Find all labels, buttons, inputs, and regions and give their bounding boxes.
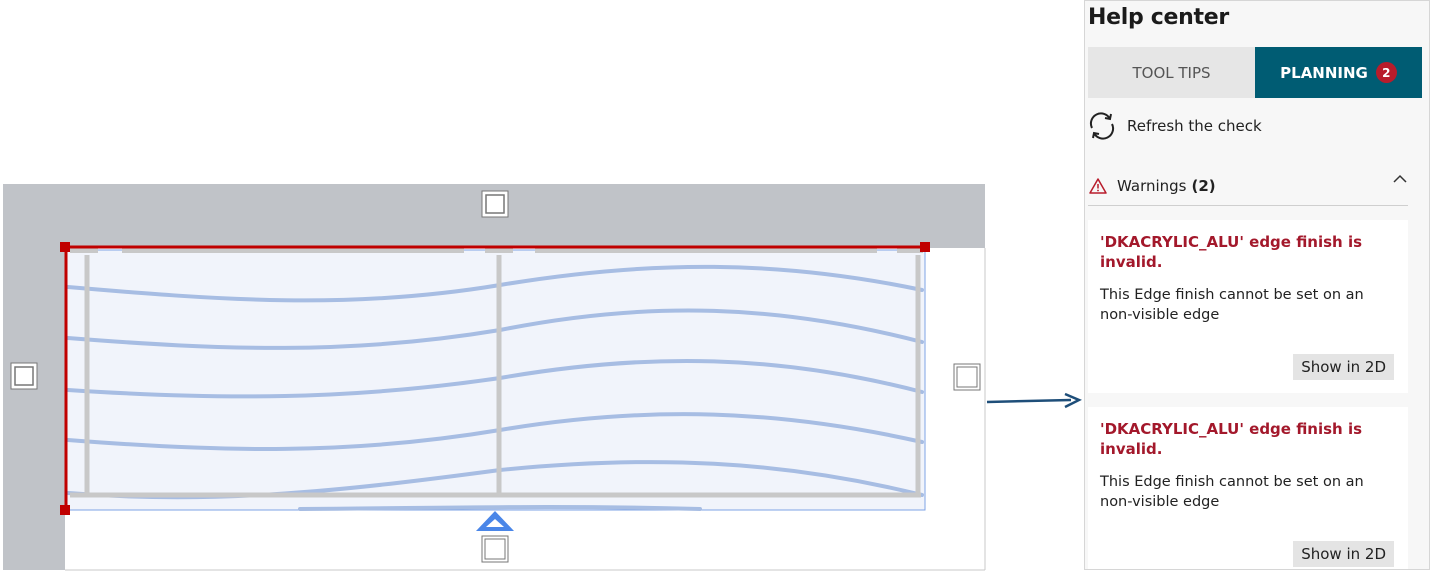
handle-top-right	[920, 242, 930, 252]
help-center-panel: Help center TOOL TIPS PLANNING 2 Refresh…	[1084, 0, 1430, 570]
refresh-check-button[interactable]: Refresh the check	[1087, 111, 1262, 141]
handle-bottom-left	[60, 505, 70, 515]
warning-card: 'DKACRYLIC_ALU' edge finish is invalid. …	[1088, 220, 1408, 393]
help-tabs: TOOL TIPS PLANNING 2	[1088, 47, 1422, 98]
warning-card: 'DKACRYLIC_ALU' edge finish is invalid. …	[1088, 407, 1408, 569]
view-right-button[interactable]	[953, 363, 981, 391]
warnings-section-header[interactable]: Warnings (2)	[1088, 167, 1408, 206]
tab-planning[interactable]: PLANNING 2	[1255, 47, 1422, 98]
connector-arrow-icon	[986, 392, 1082, 409]
refresh-label: Refresh the check	[1127, 117, 1262, 135]
refresh-icon	[1089, 112, 1115, 140]
chevron-up-icon[interactable]	[1392, 171, 1408, 187]
view-top-button[interactable]	[481, 190, 509, 218]
view-left-button[interactable]	[10, 362, 38, 390]
show-in-2d-button[interactable]: Show in 2D	[1293, 541, 1394, 567]
warnings-count: (2)	[1191, 177, 1216, 195]
warnings-label: Warnings	[1117, 177, 1187, 195]
front-marker-icon	[476, 511, 514, 531]
planning-count-badge: 2	[1375, 62, 1397, 83]
show-in-2d-button[interactable]: Show in 2D	[1293, 354, 1394, 380]
tab-label: TOOL TIPS	[1132, 63, 1211, 82]
handle-top-left	[60, 242, 70, 252]
cabinet-drawing[interactable]	[0, 0, 1000, 573]
panel-title: Help center	[1088, 5, 1229, 30]
warning-icon	[1089, 178, 1107, 194]
warning-title: 'DKACRYLIC_ALU' edge finish is invalid.	[1100, 420, 1363, 458]
warning-message: This Edge finish cannot be set on an non…	[1100, 287, 1364, 323]
warning-title: 'DKACRYLIC_ALU' edge finish is invalid.	[1100, 233, 1363, 271]
tab-tool-tips[interactable]: TOOL TIPS	[1088, 47, 1255, 98]
planning-2d-canvas[interactable]	[0, 0, 1000, 573]
tab-label: PLANNING	[1280, 63, 1368, 82]
warning-message: This Edge finish cannot be set on an non…	[1100, 474, 1364, 510]
view-bottom-button[interactable]	[481, 535, 509, 563]
